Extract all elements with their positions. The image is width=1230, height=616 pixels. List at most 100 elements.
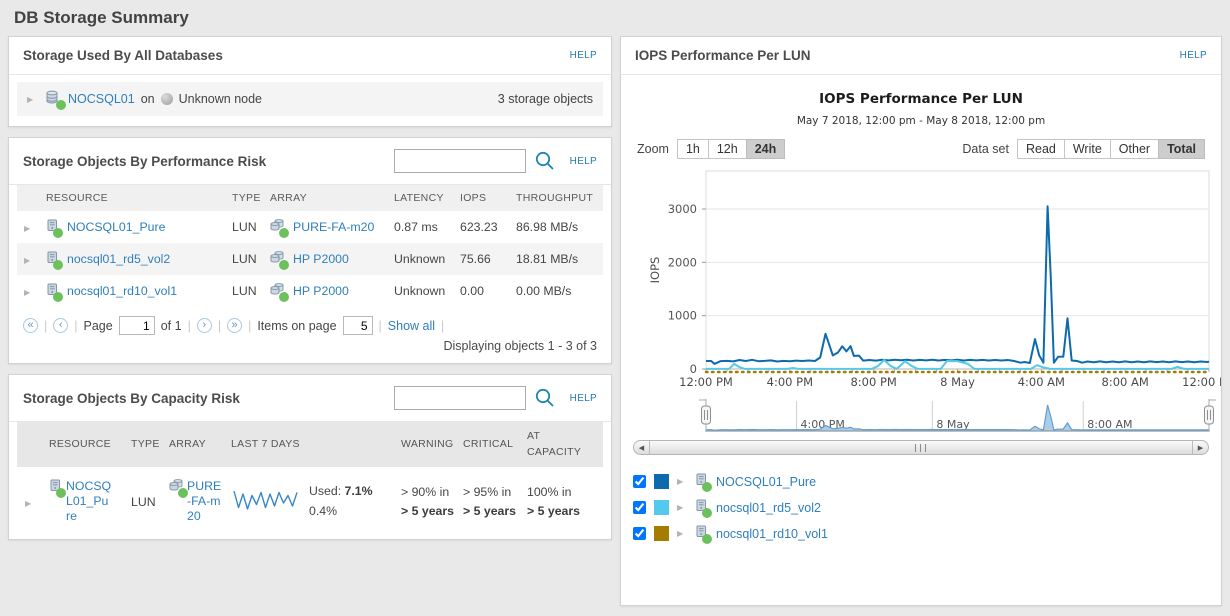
dataset-total-button[interactable]: Total [1158, 139, 1205, 159]
panel-capacity-risk: Storage Objects By Capacity Risk HELP RE… [8, 374, 612, 540]
show-all-link[interactable]: Show all [388, 319, 435, 333]
expand-arrow-icon[interactable]: ▶ [24, 288, 30, 297]
legend-series-link[interactable]: nocsql01_rd5_vol2 [716, 501, 821, 515]
capacity-table-header-row: RESOURCE TYPE ARRAY LAST 7 DAYS WARNING … [17, 422, 603, 467]
chart-range-navigator[interactable]: 4:00 PM 8 May 8:00 AM [629, 399, 1221, 439]
scroll-left-arrow[interactable]: ◀ [634, 441, 650, 454]
capacity-search-input[interactable] [393, 386, 526, 410]
legend-checkbox[interactable] [633, 475, 646, 488]
col-iops[interactable]: IOPS [457, 190, 513, 206]
col-warning[interactable]: WARNING [397, 434, 459, 454]
array-icon [270, 218, 289, 238]
col-resource[interactable]: RESOURCE [43, 190, 229, 206]
legend-checkbox[interactable] [633, 527, 646, 540]
svg-text:4:00 PM: 4:00 PM [767, 375, 813, 389]
svg-text:8:00 AM: 8:00 AM [1102, 375, 1149, 389]
chart-scrollbar[interactable]: ◀ ▶ [633, 440, 1209, 455]
array-link[interactable]: PURE-FA-m20 [187, 479, 223, 525]
dataset-write-button[interactable]: Write [1063, 139, 1111, 159]
svg-text:4:00 AM: 4:00 AM [1018, 375, 1065, 389]
legend-checkbox[interactable] [633, 501, 646, 514]
array-icon [270, 250, 289, 270]
col-resource[interactable]: RESOURCE [45, 436, 127, 452]
layout: Storage Used By All Databases HELP ▶ NOC… [0, 36, 1230, 606]
col-at-capacity[interactable]: AT CAPACITY [523, 426, 585, 463]
col-array[interactable]: ARRAY [165, 436, 227, 452]
dataset-other-button[interactable]: Other [1109, 139, 1160, 159]
performance-risk-title: Storage Objects By Performance Risk [23, 153, 267, 169]
iops-line-chart: 0 1000 2000 3000 12:00 PM 4:00 PM 8:00 PM 8 May… [648, 170, 1221, 389]
performance-search-input[interactable] [393, 149, 526, 173]
status-up-dot [279, 291, 289, 302]
prev-page-button[interactable]: ‹ [53, 318, 69, 333]
array-link[interactable]: PURE-FA-m20 [293, 220, 374, 234]
storage-used-header: Storage Used By All Databases HELP [9, 37, 611, 75]
iops-help-link[interactable]: HELP [1180, 50, 1207, 61]
array-icon [270, 282, 289, 302]
scrollbar-grip[interactable] [914, 443, 928, 452]
database-row[interactable]: ▶ NOCSQL01 on Unknown node 3 storage obj… [17, 82, 603, 116]
search-icon[interactable] [534, 387, 556, 409]
last-page-button[interactable]: » [227, 318, 243, 333]
legend-item: ▶ NOCSQL01_Pure [633, 473, 1221, 492]
col-type[interactable]: TYPE [229, 190, 267, 206]
expand-arrow-icon[interactable]: ▶ [677, 529, 687, 538]
chart-legend: ▶ NOCSQL01_Pure ▶ nocsql01_rd5_vol2 ▶ no… [633, 473, 1221, 544]
table-row[interactable]: ▶ NOCSQL01_Pure L [17, 467, 603, 539]
items-on-page-label: Items on page [257, 318, 337, 333]
performance-help-link[interactable]: HELP [570, 156, 597, 167]
col-array[interactable]: ARRAY [267, 190, 391, 206]
throughput-cell: 86.98 MB/s [516, 220, 579, 234]
col-throughput[interactable]: THROUGHPUT [513, 190, 599, 206]
col-latency[interactable]: LATENCY [391, 190, 457, 206]
table-row[interactable]: ▶ nocsql01_rd5_vol2 LUN HP P2000 Unknown… [17, 243, 603, 275]
scrollbar-track[interactable] [650, 443, 1192, 452]
col-last-7-days[interactable]: LAST 7 DAYS [227, 436, 397, 452]
svg-text:8:00 AM: 8:00 AM [1087, 418, 1132, 431]
storage-used-help-link[interactable]: HELP [570, 50, 597, 61]
resource-link[interactable]: NOCSQL01_Pure [66, 479, 112, 525]
chart-controls: Zoom 1h 12h 24h Data set Read Write Othe… [637, 139, 1205, 159]
resource-link[interactable]: NOCSQL01_Pure [67, 220, 165, 234]
array-link[interactable]: HP P2000 [293, 284, 349, 298]
dataset-label: Data set [962, 142, 1009, 156]
zoom-24h-button[interactable]: 24h [745, 139, 786, 159]
page-number-input[interactable] [118, 316, 155, 335]
zoom-12h-button[interactable]: 12h [707, 139, 747, 159]
scroll-right-arrow[interactable]: ▶ [1192, 441, 1208, 454]
next-page-button[interactable]: › [196, 318, 212, 333]
zoom-1h-button[interactable]: 1h [676, 139, 709, 159]
legend-series-link[interactable]: NOCSQL01_Pure [716, 475, 816, 489]
capacity-risk-header: Storage Objects By Capacity Risk HELP [9, 375, 611, 422]
expand-arrow-icon[interactable]: ▶ [25, 499, 31, 508]
expand-arrow-icon[interactable]: ▶ [24, 224, 30, 233]
lun-icon [46, 219, 63, 238]
capacity-help-link[interactable]: HELP [570, 393, 597, 404]
resource-link[interactable]: nocsql01_rd5_vol2 [67, 252, 170, 266]
svg-text:8:00 PM: 8:00 PM [850, 375, 896, 389]
table-row[interactable]: ▶ nocsql01_rd10_vol1 LUN HP P2000 Unknow… [17, 275, 603, 307]
latency-cell: Unknown [394, 284, 446, 298]
legend-series-link[interactable]: nocsql01_rd10_vol1 [716, 527, 828, 541]
resource-link[interactable]: nocsql01_rd10_vol1 [67, 284, 177, 298]
series-color-swatch [654, 500, 669, 515]
chart-subtitle: May 7 2018, 12:00 pm - May 8 2018, 12:00… [796, 115, 1046, 127]
database-link[interactable]: NOCSQL01 [68, 92, 135, 106]
expand-arrow-icon[interactable]: ▶ [677, 477, 687, 486]
throughput-cell: 0.00 MB/s [516, 284, 572, 298]
dataset-read-button[interactable]: Read [1016, 139, 1065, 159]
col-critical[interactable]: CRITICAL [459, 434, 523, 454]
search-icon[interactable] [534, 150, 556, 172]
col-type[interactable]: TYPE [127, 436, 165, 452]
items-per-page-input[interactable] [342, 316, 373, 335]
table-row[interactable]: ▶ NOCSQL01_Pure L [17, 211, 603, 243]
expand-arrow-icon[interactable]: ▶ [24, 256, 30, 265]
first-page-button[interactable]: « [23, 318, 38, 333]
series-color-swatch [654, 526, 669, 541]
iops-panel-title: IOPS Performance Per LUN [635, 48, 811, 63]
expand-arrow-icon[interactable]: ▶ [27, 95, 39, 104]
array-link[interactable]: HP P2000 [293, 252, 349, 266]
type-cell: LUN [232, 284, 257, 298]
status-up-dot [56, 100, 66, 110]
expand-arrow-icon[interactable]: ▶ [677, 503, 687, 512]
